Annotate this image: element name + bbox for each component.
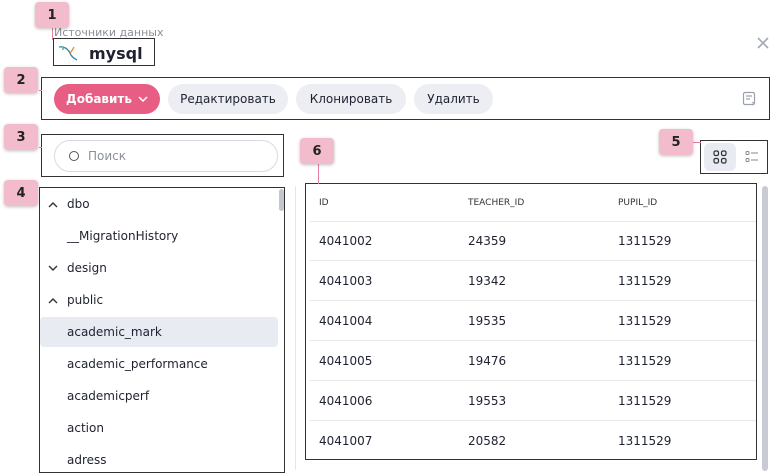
table-scrollbar[interactable] bbox=[762, 186, 768, 471]
marker-1-connector bbox=[52, 27, 53, 40]
list-view-button[interactable] bbox=[736, 143, 768, 171]
panel-divider bbox=[295, 186, 296, 470]
grid-view-icon bbox=[713, 150, 727, 164]
marker-6-connector bbox=[318, 163, 319, 184]
marker-4-box bbox=[39, 187, 285, 473]
grid-view-button[interactable] bbox=[704, 143, 736, 171]
marker-2-box bbox=[41, 77, 770, 120]
marker-3-box bbox=[41, 134, 284, 177]
list-view-icon bbox=[745, 151, 758, 162]
marker-6-box bbox=[305, 183, 757, 460]
marker-1-box bbox=[53, 38, 155, 66]
close-icon[interactable] bbox=[756, 36, 770, 50]
marker-5-connector bbox=[692, 142, 701, 143]
annotation-marker-6: 6 bbox=[300, 138, 334, 164]
annotation-marker-5: 5 bbox=[659, 129, 693, 155]
view-toggle bbox=[700, 140, 768, 174]
marker-2-connector bbox=[39, 90, 42, 91]
annotation-marker-1: 1 bbox=[35, 2, 69, 28]
annotation-marker-2: 2 bbox=[4, 67, 38, 93]
annotation-marker-4: 4 bbox=[4, 180, 38, 206]
annotation-marker-3: 3 bbox=[4, 124, 38, 150]
marker-3-connector bbox=[39, 147, 42, 148]
